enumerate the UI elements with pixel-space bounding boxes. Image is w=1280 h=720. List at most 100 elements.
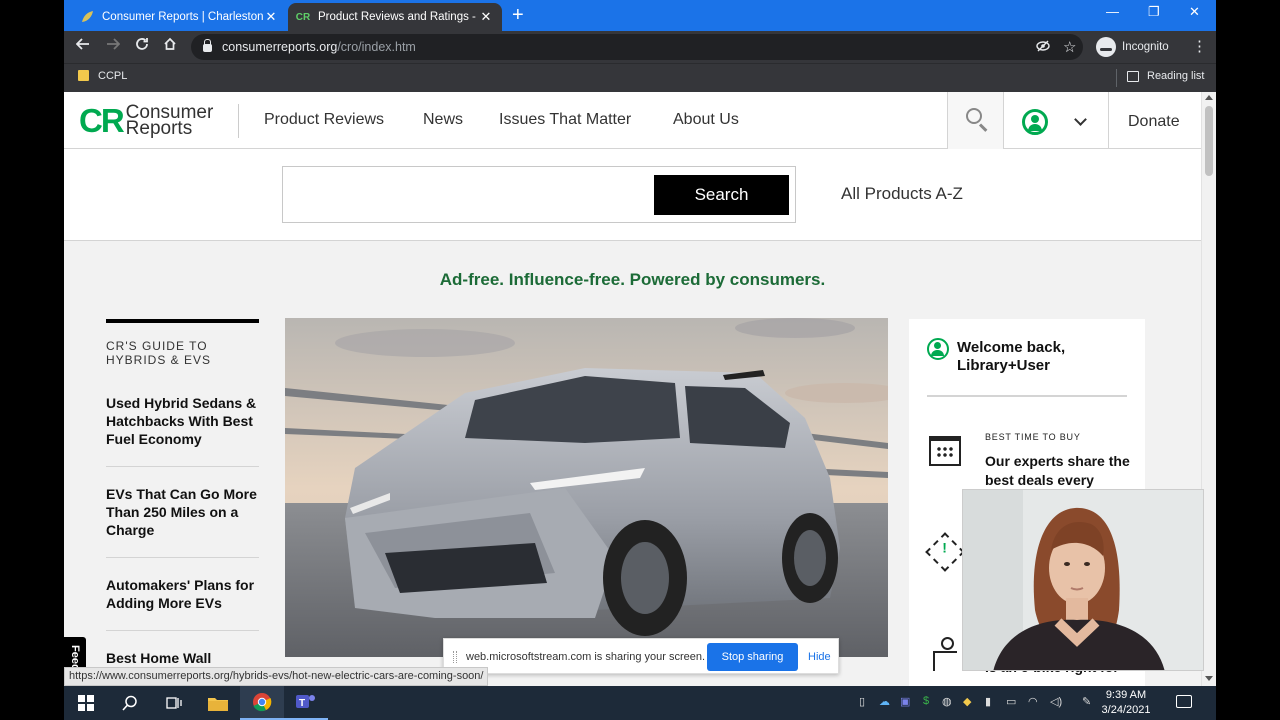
url-path: /cro/index.htm	[337, 40, 416, 54]
site-header: CR Consumer Reports Product Reviews News…	[64, 92, 1201, 149]
guide-link-evs-250-miles[interactable]: EVs That Can Go More Than 250 Miles on a…	[106, 467, 259, 558]
screen-share-bar: web.microsoftstream.com is sharing your …	[443, 638, 839, 674]
nav-product-reviews[interactable]: Product Reviews	[264, 111, 384, 129]
guide-heading: CR'S GUIDE TO HYBRIDS & EVS	[106, 339, 212, 367]
presenter-video-frame	[963, 490, 1203, 670]
new-tab-button[interactable]: +	[512, 5, 524, 25]
tagline: Ad-free. Influence-free. Powered by cons…	[439, 270, 826, 289]
cr-logo-words: Consumer Reports	[125, 103, 214, 139]
reload-icon[interactable]	[135, 37, 149, 56]
teams-taskbar-icon[interactable]: T	[284, 686, 328, 720]
search-icon[interactable]	[108, 686, 152, 720]
electric-suv-photo	[285, 318, 888, 657]
file-explorer-icon[interactable]	[196, 686, 240, 720]
logo-line-2: Reports	[125, 117, 193, 139]
tab-product-reviews[interactable]: CR Product Reviews and Ratings - C ✕	[288, 3, 502, 31]
cr-logo-mark: CR	[79, 102, 125, 139]
chevron-down-icon	[1074, 113, 1087, 126]
calendar-icon	[929, 436, 961, 466]
tab-title: Consumer Reports | Charleston C	[102, 11, 263, 23]
incognito-indicator[interactable]: Incognito	[1096, 37, 1169, 57]
hybrids-evs-guide: CR'S GUIDE TO HYBRIDS & EVS Used Hybrid …	[106, 319, 259, 685]
cr-favicon-icon: CR	[295, 11, 311, 23]
clock-time: 9:39 AM	[1105, 689, 1147, 701]
drag-grip-icon[interactable]	[453, 651, 457, 663]
forward-icon[interactable]	[106, 37, 121, 56]
back-icon[interactable]	[75, 37, 90, 56]
bookmark-ccpl[interactable]: CCPL	[98, 70, 127, 82]
logo-divider	[238, 104, 239, 138]
bookmark-star-icon[interactable]: ☆	[1063, 38, 1076, 56]
search-icon	[966, 108, 982, 124]
scroll-up-icon[interactable]	[1205, 95, 1213, 100]
search-button[interactable]: Search	[654, 175, 789, 215]
chrome-taskbar-icon[interactable]	[240, 686, 284, 720]
security-shield-tray-icon[interactable]: ◆	[963, 695, 971, 708]
bookmark-divider	[1116, 69, 1117, 87]
network-globe-tray-icon[interactable]: ◍	[942, 695, 952, 708]
reading-list-icon	[1127, 71, 1139, 82]
display-tray-icon[interactable]: ▭	[1006, 695, 1016, 708]
search-band: Search All Products A-Z	[64, 149, 1201, 241]
home-icon[interactable]	[163, 37, 177, 56]
restore-button[interactable]: ❐	[1148, 4, 1160, 20]
windows-taskbar: T ▯ ☁ ▣ $ ◍ ◆ ▮ ▭ ◠ ◁) ✎ 9:39 AM 3/24/20…	[64, 686, 1216, 720]
hero-car-image[interactable]	[285, 318, 888, 657]
incognito-label: Incognito	[1122, 41, 1169, 53]
windows-start-icon[interactable]	[64, 686, 108, 720]
pen-tray-icon[interactable]: ✎	[1082, 695, 1091, 708]
guide-link-automakers-plans[interactable]: Automakers' Plans for Adding More EVs	[106, 558, 259, 631]
welcome-title: Welcome back, Library+User	[957, 339, 1066, 374]
link-status-url: https://www.consumerreports.org/hybrids-…	[64, 667, 488, 686]
account-menu[interactable]	[1004, 92, 1109, 149]
browser-menu-icon[interactable]: ⋮	[1192, 37, 1207, 55]
nav-about-us[interactable]: About Us	[673, 111, 739, 129]
best-time-link[interactable]: Our experts share the best deals every	[985, 452, 1135, 490]
consumer-reports-logo[interactable]: CR Consumer Reports	[79, 102, 214, 139]
leaf-favicon-icon	[80, 10, 94, 24]
lock-icon	[203, 39, 212, 52]
minimize-button[interactable]: —	[1106, 4, 1119, 19]
best-time-label: BEST TIME TO BUY	[985, 432, 1081, 442]
clock-date: 3/24/2021	[1101, 704, 1151, 716]
url-host: consumerreports.org	[222, 40, 338, 54]
stop-sharing-button[interactable]: Stop sharing	[707, 643, 798, 671]
tab-close-icon[interactable]: ✕	[263, 9, 279, 25]
person-icon	[931, 637, 961, 671]
header-search-button[interactable]	[947, 92, 1004, 149]
bookmark-folder-icon	[78, 70, 89, 81]
tracking-protection-eye-icon[interactable]	[1036, 40, 1050, 55]
money-tray-icon[interactable]: $	[923, 695, 929, 707]
volume-tray-icon[interactable]: ◁)	[1050, 695, 1062, 708]
wifi-tray-icon[interactable]: ◠	[1028, 695, 1038, 708]
phone-tray-icon[interactable]: ▯	[859, 695, 865, 708]
tab-strip: Consumer Reports | Charleston C ✕ CR Pro…	[64, 0, 1216, 31]
onedrive-tray-icon[interactable]: ☁	[879, 695, 890, 708]
notifications-icon[interactable]	[1176, 695, 1192, 708]
teams-tray-icon[interactable]: ▣	[900, 695, 910, 708]
guide-top-rule	[106, 319, 259, 323]
webcam-presenter-video	[962, 489, 1204, 671]
reading-list-button[interactable]: Reading list	[1147, 70, 1204, 82]
search-input[interactable]	[289, 173, 649, 216]
screen: Consumer Reports | Charleston C ✕ CR Pro…	[0, 0, 1280, 720]
scroll-thumb[interactable]	[1205, 106, 1213, 176]
nav-issues-that-matter[interactable]: Issues That Matter	[499, 111, 631, 129]
taskbar-clock[interactable]: 9:39 AM 3/24/2021	[1096, 688, 1156, 718]
window-close-button[interactable]: ✕	[1189, 4, 1200, 20]
alert-diamond-icon	[925, 532, 965, 572]
hide-share-bar-button[interactable]: Hide	[808, 651, 831, 663]
scroll-down-icon[interactable]	[1205, 676, 1213, 681]
nav-news[interactable]: News	[423, 111, 463, 129]
task-view-icon[interactable]	[152, 686, 196, 720]
tab-close-icon[interactable]: ✕	[478, 9, 494, 25]
browser-toolbar: consumerreports.org/cro/index.htm ☆ Inco…	[64, 31, 1216, 63]
welcome-divider	[927, 395, 1127, 397]
guide-link-used-hybrid-sedans[interactable]: Used Hybrid Sedans & Hatchbacks With Bes…	[106, 394, 259, 467]
donate-link[interactable]: Donate	[1128, 113, 1180, 131]
tab-title: Product Reviews and Ratings - C	[318, 11, 478, 23]
tab-consumer-reports-charleston[interactable]: Consumer Reports | Charleston C ✕	[72, 3, 287, 31]
address-bar[interactable]: consumerreports.org/cro/index.htm ☆	[191, 34, 1083, 60]
all-products-az-link[interactable]: All Products A-Z	[841, 184, 963, 204]
usb-tray-icon[interactable]: ▮	[985, 695, 991, 708]
